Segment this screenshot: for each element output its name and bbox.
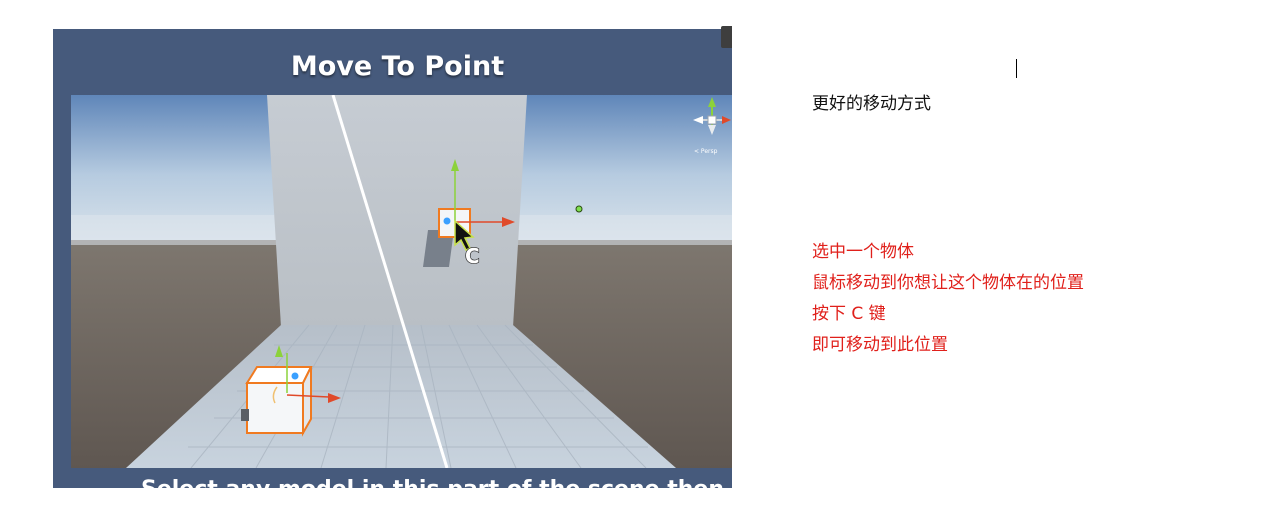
point-marker (575, 205, 583, 213)
scene-viewport: C < Persp (71, 95, 732, 468)
step-item: 选中一个物体 (812, 242, 914, 262)
image-resize-handle[interactable] (721, 26, 732, 48)
demo-title: Move To Point (290, 51, 505, 82)
step-item: 即可移动到此位置 (812, 335, 948, 355)
document-page: Move To Point C < Persp 更好的移动方式 选中一个物体 鼠… (0, 0, 1279, 511)
step-item: 按下 C 键 (812, 304, 886, 324)
back-wall (267, 95, 527, 327)
demo-caption: Select any model in this part of the sce… (141, 477, 724, 488)
step-item: 鼠标移动到你想让这个物体在的位置 (812, 273, 1084, 293)
document-heading: 更好的移动方式 (812, 94, 931, 114)
steps-list: 选中一个物体 鼠标移动到你想让这个物体在的位置 按下 C 键 即可移动到此位置 (812, 237, 1084, 361)
text-caret (1016, 59, 1017, 78)
demo-image: Move To Point C < Persp (53, 29, 732, 488)
gizmo-label: < Persp (694, 148, 718, 155)
cursor-key-label: C (465, 244, 480, 268)
